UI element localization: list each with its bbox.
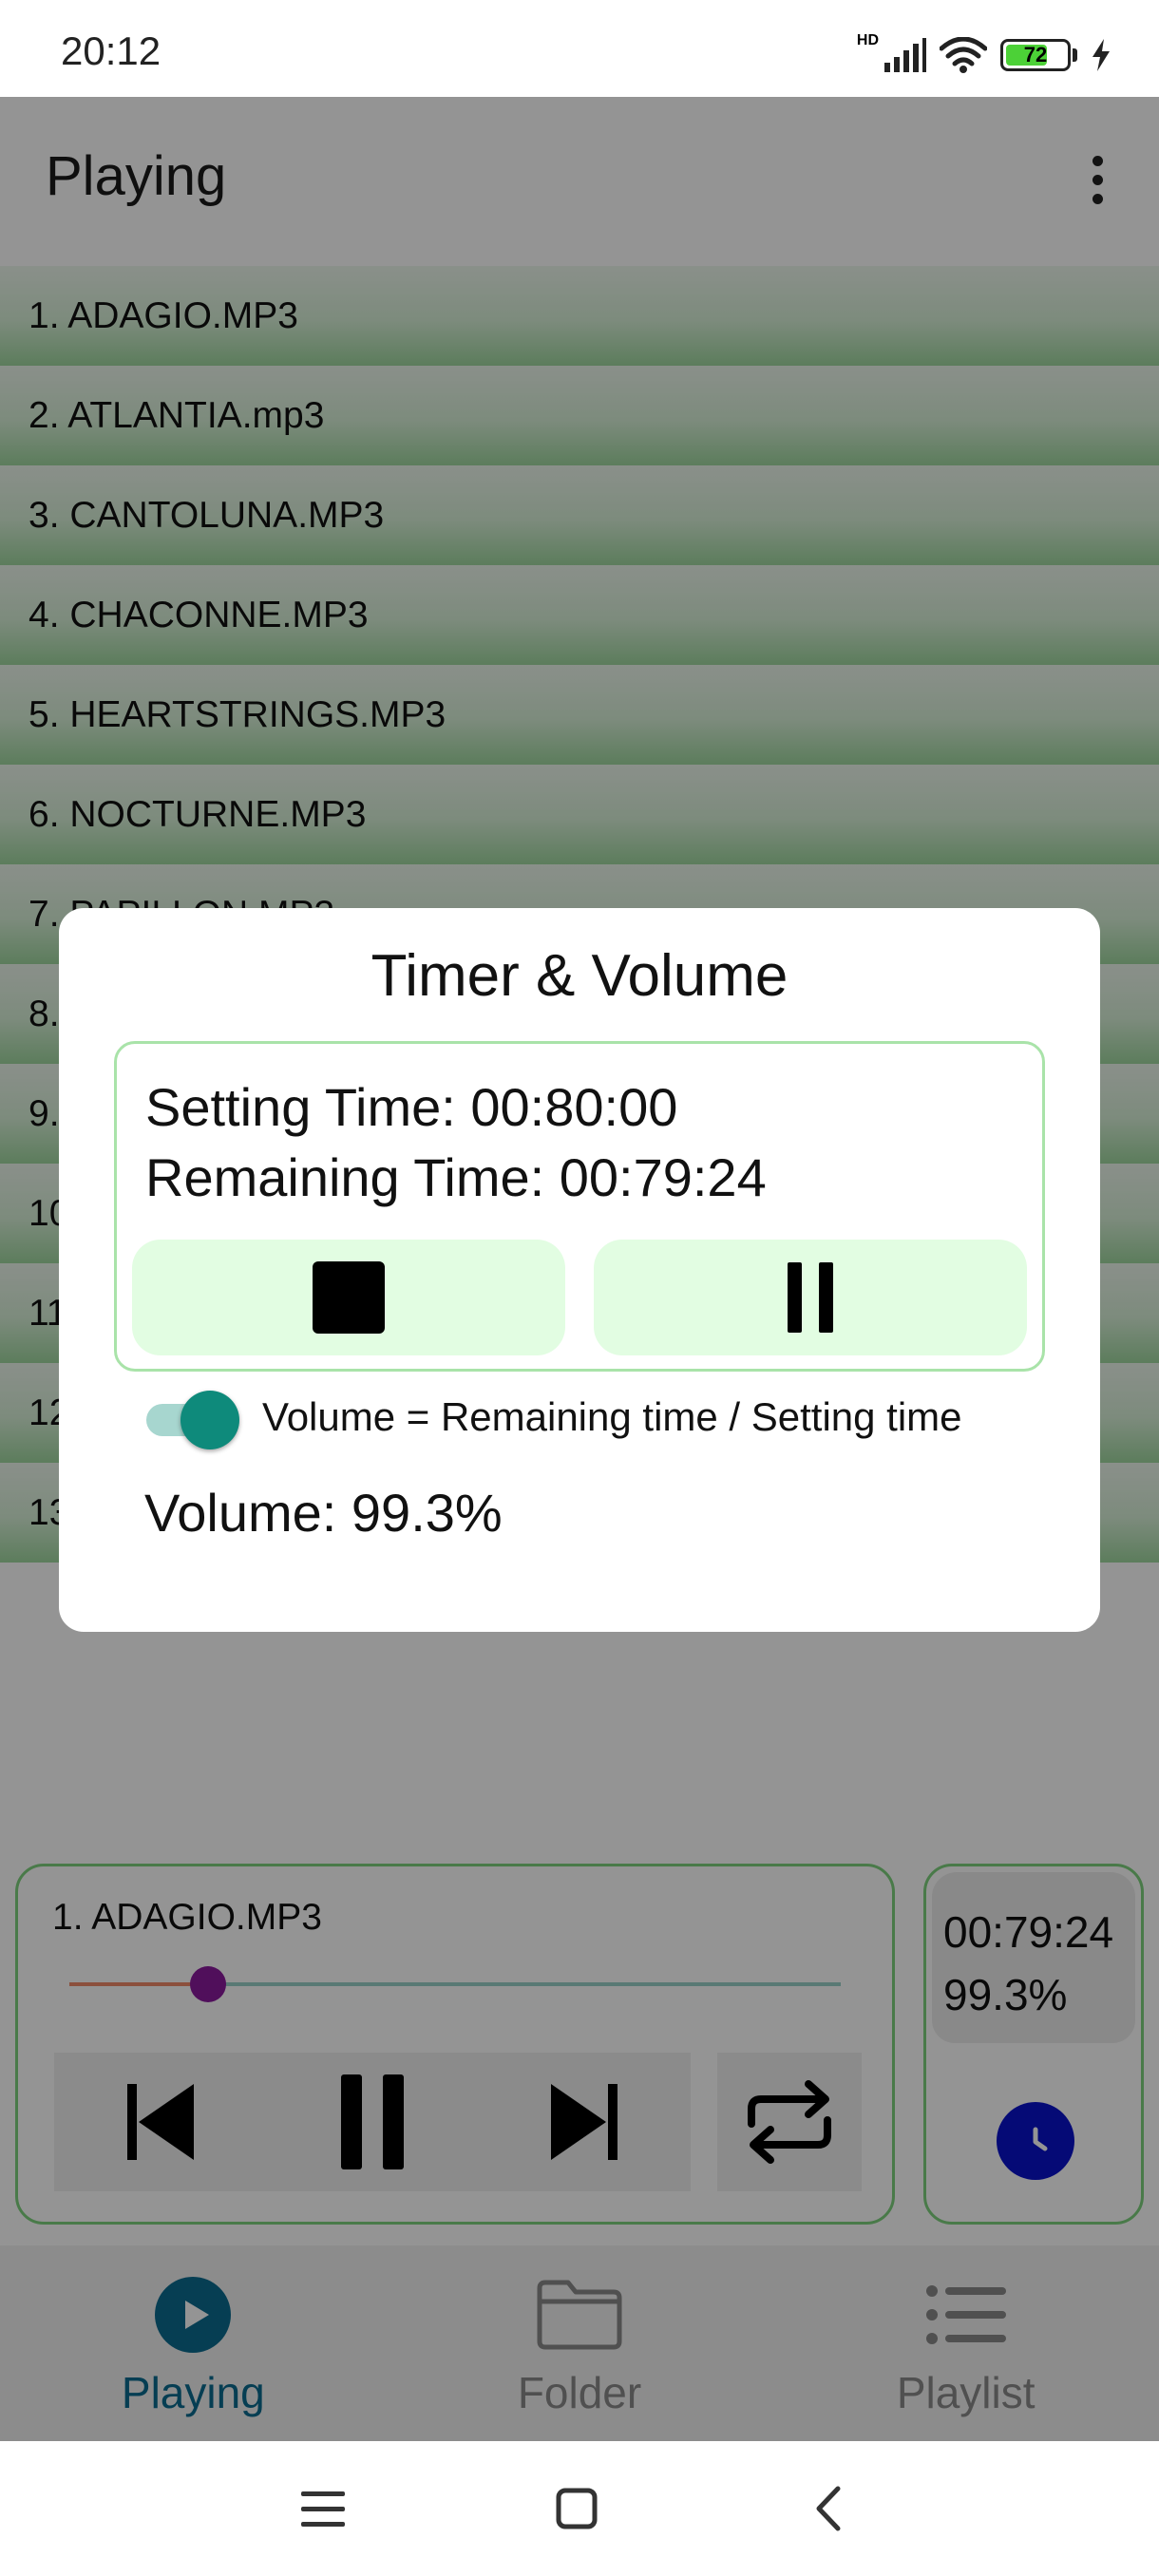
pause-timer-button[interactable] <box>594 1240 1027 1355</box>
home-button[interactable] <box>543 2475 610 2542</box>
setting-time-text: Setting Time: 00:80:00 <box>145 1077 678 1137</box>
charging-bolt-icon <box>1092 39 1110 71</box>
dialog-title: Timer & Volume <box>370 943 788 1009</box>
volume-value: Volume: 99.3% <box>144 1483 503 1543</box>
status-bar: 20:12 HD 72 <box>0 0 1159 97</box>
timer-panel: Setting Time: 00:80:00 Remaining Time: 0… <box>114 1041 1045 1372</box>
cellular-signal-icon <box>884 38 926 72</box>
remaining-time-text: Remaining Time: 00:79:24 <box>145 1147 767 1207</box>
wifi-icon <box>940 37 987 73</box>
volume-link-label: Volume = Remaining time / Setting time <box>262 1394 962 1439</box>
menu-lines-icon <box>301 2491 345 2527</box>
status-time: 20:12 <box>61 28 162 73</box>
timer-volume-dialog: Timer & Volume Setting Time: 00:80:00 Re… <box>59 908 1100 1632</box>
back-button[interactable] <box>794 2475 861 2542</box>
recents-button[interactable] <box>290 2475 356 2542</box>
pause-icon <box>788 1262 833 1333</box>
stop-timer-button[interactable] <box>132 1240 565 1355</box>
status-icons: HD 72 <box>857 28 1112 82</box>
battery-tip <box>1073 48 1077 62</box>
back-chevron-icon <box>816 2486 841 2531</box>
system-navigation-bar <box>0 2441 1159 2576</box>
battery-percent: 72 <box>1023 43 1048 66</box>
volume-link-switch[interactable] <box>146 1391 241 1449</box>
battery-icon: 72 <box>1000 39 1071 71</box>
hd-label: HD <box>856 32 879 48</box>
switch-thumb <box>180 1391 239 1449</box>
home-square-icon <box>556 2488 598 2529</box>
stop-icon <box>313 1261 385 1334</box>
